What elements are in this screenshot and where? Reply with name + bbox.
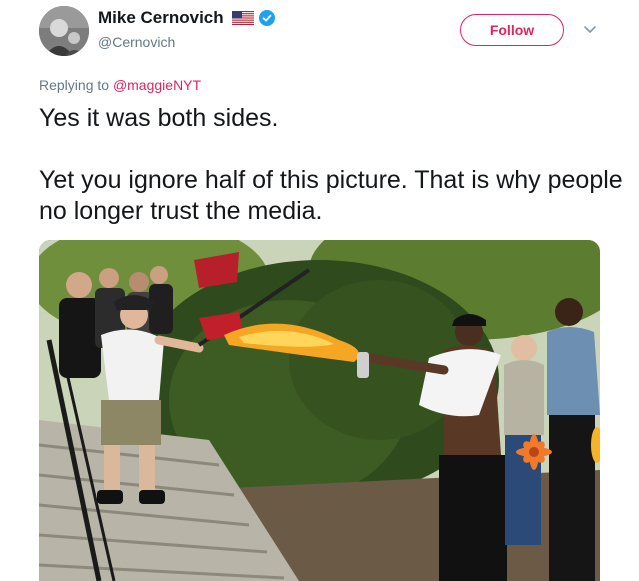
- tweet-line-gap: [39, 134, 629, 165]
- tweet-photo[interactable]: [39, 240, 600, 581]
- follow-button[interactable]: Follow: [460, 14, 564, 46]
- tweet-text: Yes it was both sides. Yet you ignore ha…: [39, 103, 629, 227]
- author-name-row[interactable]: Mike Cernovich: [98, 8, 275, 28]
- author-handle[interactable]: @Cernovich: [98, 34, 175, 50]
- avatar[interactable]: [39, 6, 89, 56]
- us-flag-icon: [231, 11, 254, 25]
- chevron-down-icon[interactable]: [583, 22, 597, 36]
- reply-mention-link[interactable]: @maggieNYT: [113, 77, 201, 93]
- tweet-line-2: Yet you ignore half of this picture. Tha…: [39, 166, 623, 225]
- author-name[interactable]: Mike Cernovich: [98, 8, 224, 28]
- reply-context: Replying to @maggieNYT: [39, 77, 201, 93]
- reply-prefix: Replying to: [39, 77, 113, 93]
- avatar-image: [39, 6, 89, 56]
- photo-illustration: [39, 240, 600, 581]
- tweet-line-1: Yes it was both sides.: [39, 104, 279, 132]
- verified-badge-icon: [258, 10, 275, 26]
